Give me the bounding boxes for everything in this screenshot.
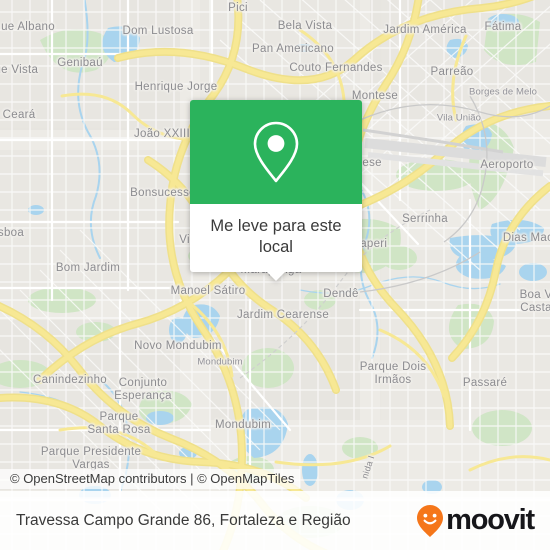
popup-tail-arrow: [267, 272, 285, 281]
map-pin-icon: [253, 121, 299, 183]
moovit-map-screen: .blk { fill:#e3e1dc; } .blk2 { fill:#e7e…: [0, 0, 550, 550]
take-me-here-popup[interactable]: Me leve para este local: [190, 100, 362, 281]
map-attribution[interactable]: © OpenStreetMap contributors | © OpenMap…: [0, 469, 301, 489]
moovit-wordmark: moovit: [446, 504, 535, 536]
popup-message: Me leve para este local: [210, 217, 342, 256]
moovit-smiley-pin-icon: [417, 504, 444, 537]
popup-body: Me leve para este local: [190, 204, 362, 281]
bottom-bar: Travessa Campo Grande 86, Fortaleza e Re…: [0, 491, 550, 550]
location-title: Travessa Campo Grande 86, Fortaleza e Re…: [16, 511, 351, 529]
moovit-logo[interactable]: moovit: [415, 504, 535, 538]
popup-header: [190, 100, 362, 204]
